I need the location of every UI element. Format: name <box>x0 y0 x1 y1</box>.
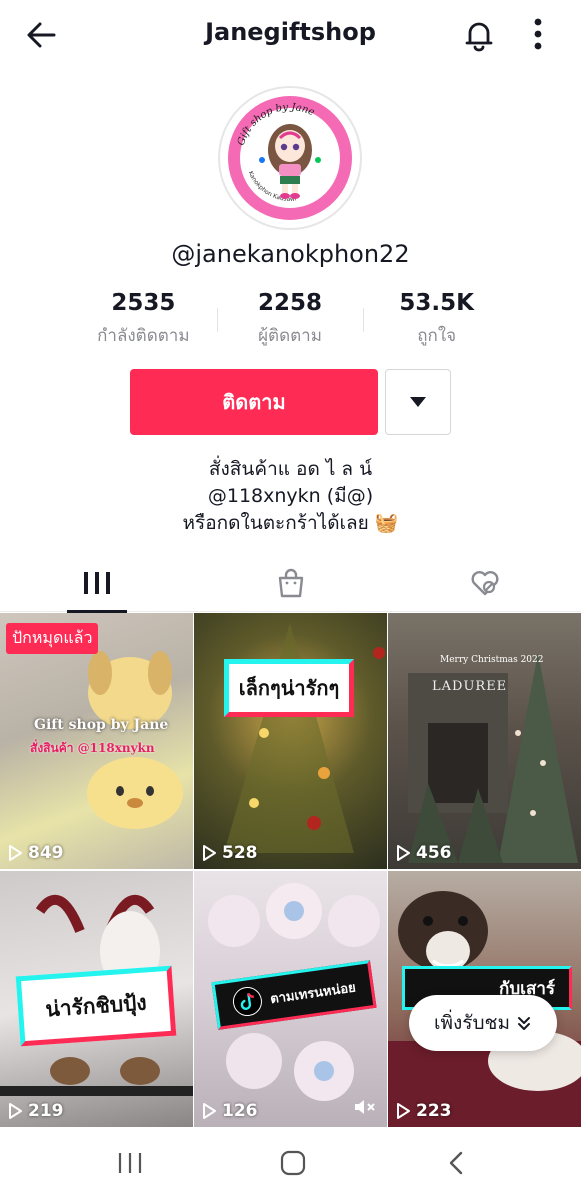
back-icon[interactable] <box>446 1150 466 1176</box>
video-thumbnail[interactable]: ปักหมุดแล้ว Gift shop by Jane สั่งสินค้า… <box>0 613 193 869</box>
play-icon <box>397 845 410 861</box>
video-overlay-text: Gift shop by Jane <box>34 717 169 733</box>
view-count: 126 <box>202 1101 258 1121</box>
following-label: กำลังติดตาม <box>97 326 190 346</box>
video-thumbnail[interactable]: Merry Christmas 2022 LADUREE 456 <box>388 613 581 869</box>
shopping-bag-tab-icon[interactable] <box>274 566 308 600</box>
view-count-value: 223 <box>416 1101 452 1121</box>
profile-stats: 2535 กำลังติดตาม 2258 ผู้ติดตาม 53.5K ถู… <box>70 290 510 350</box>
sticker-label: ตามเทรนหน่อย <box>269 979 357 1007</box>
triangle-down-icon <box>410 397 426 407</box>
play-icon <box>397 1103 410 1119</box>
view-count-value: 219 <box>28 1101 64 1121</box>
content-tabs <box>0 552 581 613</box>
double-chevron-down-icon <box>517 1017 530 1030</box>
following-count: 2535 <box>111 290 176 316</box>
likes-stat[interactable]: 53.5K ถูกใจ <box>363 290 510 350</box>
followers-label: ผู้ติดตาม <box>258 326 322 346</box>
muted-speaker-icon[interactable] <box>353 1097 377 1117</box>
follow-button[interactable]: ติดตาม <box>130 369 378 435</box>
store-sign-text: LADUREE <box>432 679 508 694</box>
view-count-value: 456 <box>416 843 452 863</box>
video-overlay-text: Merry Christmas 2022 <box>440 655 544 665</box>
more-options-icon[interactable] <box>524 14 552 54</box>
recently-watched-button[interactable]: เพิ่งรับชม <box>409 995 557 1051</box>
home-icon[interactable] <box>280 1150 306 1176</box>
bio-line-3: หรือกดในตะกร้าได้เลย 🧺 <box>182 512 399 534</box>
view-count: 219 <box>8 1101 64 1121</box>
bell-icon[interactable] <box>460 16 498 54</box>
view-count: 223 <box>396 1101 452 1121</box>
pinned-badge: ปักหมุดแล้ว <box>6 623 99 654</box>
christmas-tree-storefront-image <box>408 653 578 863</box>
system-navigation-bar <box>0 1128 581 1200</box>
video-thumbnail[interactable]: ตามเทรนหน่อย 126 <box>194 871 387 1127</box>
christmas-lights-image <box>224 623 385 853</box>
play-icon <box>9 845 22 861</box>
following-stat[interactable]: 2535 กำลังติดตาม <box>70 290 217 350</box>
videos-grid-tab-icon[interactable] <box>80 566 114 600</box>
profile-handle: @janekanokphon22 <box>171 240 410 268</box>
likes-count: 53.5K <box>399 290 474 316</box>
view-count: 849 <box>8 843 64 863</box>
video-sticker-text: น่ารักชิบปุ้ง <box>15 965 177 1047</box>
liked-hidden-tab-icon[interactable] <box>468 566 502 600</box>
play-icon <box>203 1103 216 1119</box>
top-bar: Janegiftshop <box>0 0 581 68</box>
suggested-accounts-button[interactable] <box>385 369 451 435</box>
view-count-value: 126 <box>222 1101 258 1121</box>
avatar[interactable]: Gift shop by Jane Kanokphon Kaosawi <box>218 86 362 230</box>
video-overlay-text: สั่งสินค้า @118xnykn <box>30 741 155 755</box>
recent-apps-icon[interactable] <box>116 1150 144 1176</box>
followers-count: 2258 <box>258 290 323 316</box>
video-thumbnail[interactable]: น่ารักชิบปุ้ง 219 <box>0 871 193 1127</box>
followers-stat[interactable]: 2258 ผู้ติดตาม <box>216 290 364 350</box>
play-icon <box>203 845 216 861</box>
bio-line-2: @118xnykn (มี@) <box>207 485 374 507</box>
tiktok-logo-icon <box>232 987 262 1017</box>
video-thumbnail[interactable]: เล็กๆน่ารักๆ 528 <box>194 613 387 869</box>
avatar-logo-image: Gift shop by Jane Kanokphon Kaosawi <box>228 96 352 220</box>
play-icon <box>9 1103 22 1119</box>
view-count: 456 <box>396 843 452 863</box>
profile-bio: สั่งสินค้าแ อด ไ ล น์ @118xnykn (มี@) หร… <box>0 456 581 537</box>
view-count: 528 <box>202 843 258 863</box>
video-sticker-text: เล็กๆน่ารักๆ <box>224 659 354 717</box>
recently-watched-label: เพิ่งรับชม <box>434 1012 510 1034</box>
likes-label: ถูกใจ <box>417 326 457 346</box>
view-count-value: 849 <box>28 843 64 863</box>
bio-line-1: สั่งสินค้าแ อด ไ ล น์ <box>208 458 373 480</box>
view-count-value: 528 <box>222 843 258 863</box>
